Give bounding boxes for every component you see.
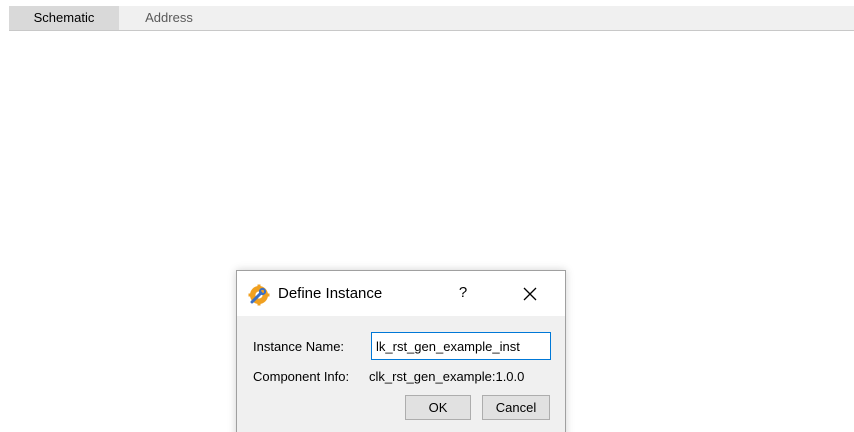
define-instance-dialog: Define Instance ? Instance Name: Compone… (236, 270, 566, 432)
help-button[interactable]: ? (453, 282, 473, 304)
instance-name-label: Instance Name: (253, 339, 345, 354)
cancel-button[interactable]: Cancel (482, 395, 550, 420)
ok-button[interactable]: OK (405, 395, 471, 420)
close-button[interactable] (519, 283, 541, 305)
wrench-gear-icon (248, 284, 270, 306)
tab-schematic[interactable]: Schematic (9, 6, 119, 30)
tab-bar: Schematic Address (9, 6, 854, 31)
dialog-title: Define Instance (278, 285, 383, 302)
tab-address[interactable]: Address (119, 6, 219, 30)
component-info-value: clk_rst_gen_example:1.0.0 (369, 369, 525, 384)
instance-name-input[interactable] (371, 332, 551, 360)
dialog-titlebar: Define Instance ? (237, 271, 565, 316)
close-icon (523, 287, 537, 301)
component-info-label: Component Info: (253, 369, 350, 384)
page: Schematic Address Define Instance ? Inst… (0, 0, 854, 432)
